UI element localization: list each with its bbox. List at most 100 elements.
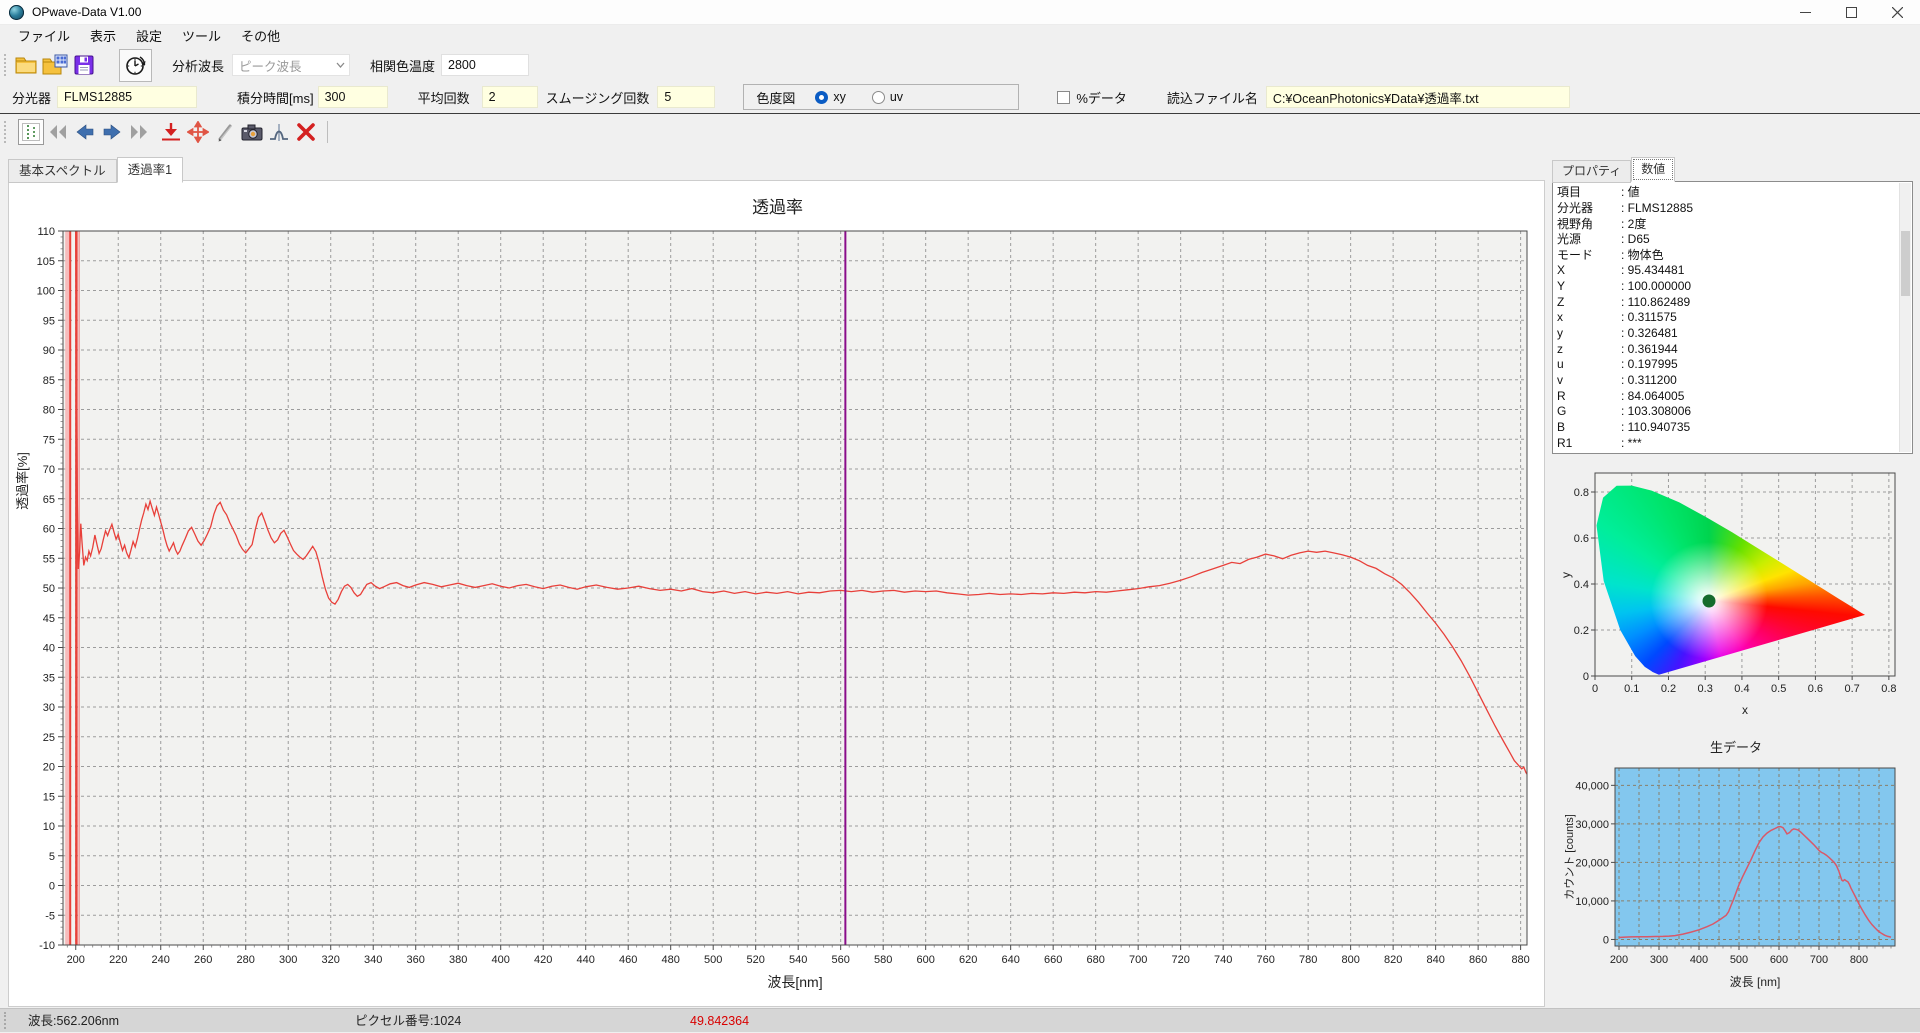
svg-text:40: 40 — [43, 643, 55, 655]
load-file-input[interactable]: C:¥OceanPhotonics¥Data¥透過率.txt — [1266, 86, 1570, 108]
smoothing-count-label: スムージング回数 — [546, 88, 650, 107]
menu-file[interactable]: ファイル — [8, 25, 80, 48]
minimize-button[interactable] — [1782, 0, 1828, 24]
svg-text:30,000: 30,000 — [1575, 819, 1609, 831]
menu-view[interactable]: 表示 — [80, 25, 126, 48]
svg-text:500: 500 — [704, 954, 722, 966]
svg-text:540: 540 — [789, 954, 807, 966]
svg-text:95: 95 — [43, 315, 55, 327]
svg-text:0.8: 0.8 — [1574, 487, 1589, 499]
next-button[interactable] — [99, 119, 125, 145]
spectrum-tabs: 基本スペクトル 透過率1 — [8, 157, 183, 181]
svg-text:860: 860 — [1469, 954, 1487, 966]
tab-numeric[interactable]: 数値 — [1631, 157, 1675, 182]
svg-text:400: 400 — [1690, 954, 1708, 966]
annotate-button[interactable] — [212, 119, 238, 145]
svg-text:85: 85 — [43, 375, 55, 387]
svg-text:740: 740 — [1214, 954, 1232, 966]
svg-text:220: 220 — [109, 954, 127, 966]
clear-button[interactable] — [293, 119, 319, 145]
list-scrollbar[interactable] — [1899, 183, 1911, 452]
analysis-wavelength-label: 分析波長 — [172, 56, 224, 75]
svg-text:35: 35 — [43, 672, 55, 684]
open-data-folder-button[interactable] — [41, 52, 68, 79]
peak-icon — [268, 121, 290, 143]
svg-text:680: 680 — [1086, 954, 1104, 966]
previous-button[interactable] — [72, 119, 98, 145]
svg-text:340: 340 — [364, 954, 382, 966]
svg-text:50: 50 — [43, 583, 55, 595]
maximize-button[interactable] — [1828, 0, 1874, 24]
svg-text:380: 380 — [449, 954, 467, 966]
fast-forward-icon — [128, 121, 150, 143]
svg-text:110: 110 — [37, 226, 55, 238]
measure-timer-button[interactable] — [119, 49, 152, 82]
svg-text:30: 30 — [43, 702, 55, 714]
svg-text:460: 460 — [619, 954, 637, 966]
last-button[interactable] — [126, 119, 152, 145]
svg-text:75: 75 — [43, 434, 55, 446]
spectrometer-input[interactable]: FLMS12885 — [57, 86, 197, 108]
average-count-input[interactable]: 2 — [482, 86, 538, 108]
titlebar: OPwave-Data V1.00 — [0, 0, 1920, 25]
radio-xy[interactable] — [815, 91, 828, 104]
prop-row: 光源: D65 — [1557, 231, 1898, 247]
move-cross-icon — [187, 121, 209, 143]
chart-title: 透過率 — [9, 193, 1546, 218]
radio-uv[interactable] — [872, 91, 885, 104]
tab-properties[interactable]: プロパティ — [1552, 160, 1631, 183]
svg-text:600: 600 — [1770, 954, 1788, 966]
camera-icon — [240, 121, 264, 143]
svg-text:0: 0 — [49, 881, 55, 893]
svg-text:20,000: 20,000 — [1575, 857, 1609, 869]
toolbar-divider — [327, 121, 328, 143]
screenshot-button[interactable] — [239, 119, 265, 145]
minimize-icon — [1800, 7, 1811, 18]
menu-other[interactable]: その他 — [231, 25, 290, 48]
arrow-right-icon — [101, 121, 123, 143]
smoothing-count-input[interactable]: 5 — [657, 86, 715, 108]
toolbar-grip — [4, 54, 10, 76]
pan-button[interactable] — [185, 119, 211, 145]
spectrometer-label: 分光器 — [12, 88, 51, 107]
first-button[interactable] — [45, 119, 71, 145]
tab-basic-spectrum[interactable]: 基本スペクトル — [8, 159, 117, 183]
svg-text:-10: -10 — [39, 940, 55, 952]
percent-data-checkbox[interactable] — [1057, 91, 1070, 104]
cct-input[interactable]: 2800 — [441, 54, 529, 76]
load-file-label: 読込ファイル名 — [1167, 88, 1258, 107]
integration-time-input[interactable]: 300 — [318, 86, 388, 108]
legend-cursor-button[interactable] — [18, 119, 44, 145]
chromaticity-groupbox: 色度図 xy uv — [743, 84, 1019, 110]
svg-text:720: 720 — [1171, 954, 1189, 966]
svg-text:640: 640 — [1001, 954, 1019, 966]
close-button[interactable] — [1874, 0, 1920, 24]
analysis-wavelength-value: ピーク波長 — [239, 56, 302, 75]
fast-backward-icon — [47, 121, 69, 143]
svg-text:x: x — [1742, 703, 1748, 717]
svg-text:0.1: 0.1 — [1624, 683, 1639, 695]
transmittance-chart[interactable]: 2002202402602803003203403603804004204404… — [9, 181, 1544, 1006]
analysis-wavelength-select[interactable]: ピーク波長 — [232, 54, 350, 76]
svg-text:300: 300 — [1650, 954, 1668, 966]
pencil-icon — [214, 121, 236, 143]
save-button[interactable] — [70, 52, 97, 79]
menu-tools[interactable]: ツール — [172, 25, 231, 48]
clock-icon — [124, 53, 148, 77]
peak-detect-button[interactable] — [266, 119, 292, 145]
status-wavelength: 波長:562.206nm — [28, 1009, 119, 1033]
svg-text:240: 240 — [152, 954, 170, 966]
statusbar: 波長:562.206nm ピクセル番号:1024 49.842364 — [0, 1008, 1920, 1032]
svg-text:0: 0 — [1592, 683, 1598, 695]
menu-settings[interactable]: 設定 — [126, 25, 172, 48]
open-file-button[interactable] — [12, 52, 39, 79]
svg-text:620: 620 — [959, 954, 977, 966]
svg-text:580: 580 — [874, 954, 892, 966]
menubar: ファイル 表示 設定 ツール その他 — [0, 25, 1920, 48]
scrollbar-thumb[interactable] — [1901, 231, 1910, 296]
svg-text:260: 260 — [194, 954, 212, 966]
prop-row: Y: 100.000000 — [1557, 278, 1898, 294]
drop-marker-button[interactable] — [158, 119, 184, 145]
tab-transmittance[interactable]: 透過率1 — [117, 157, 183, 183]
prop-row: 項目: 値 — [1557, 184, 1898, 200]
